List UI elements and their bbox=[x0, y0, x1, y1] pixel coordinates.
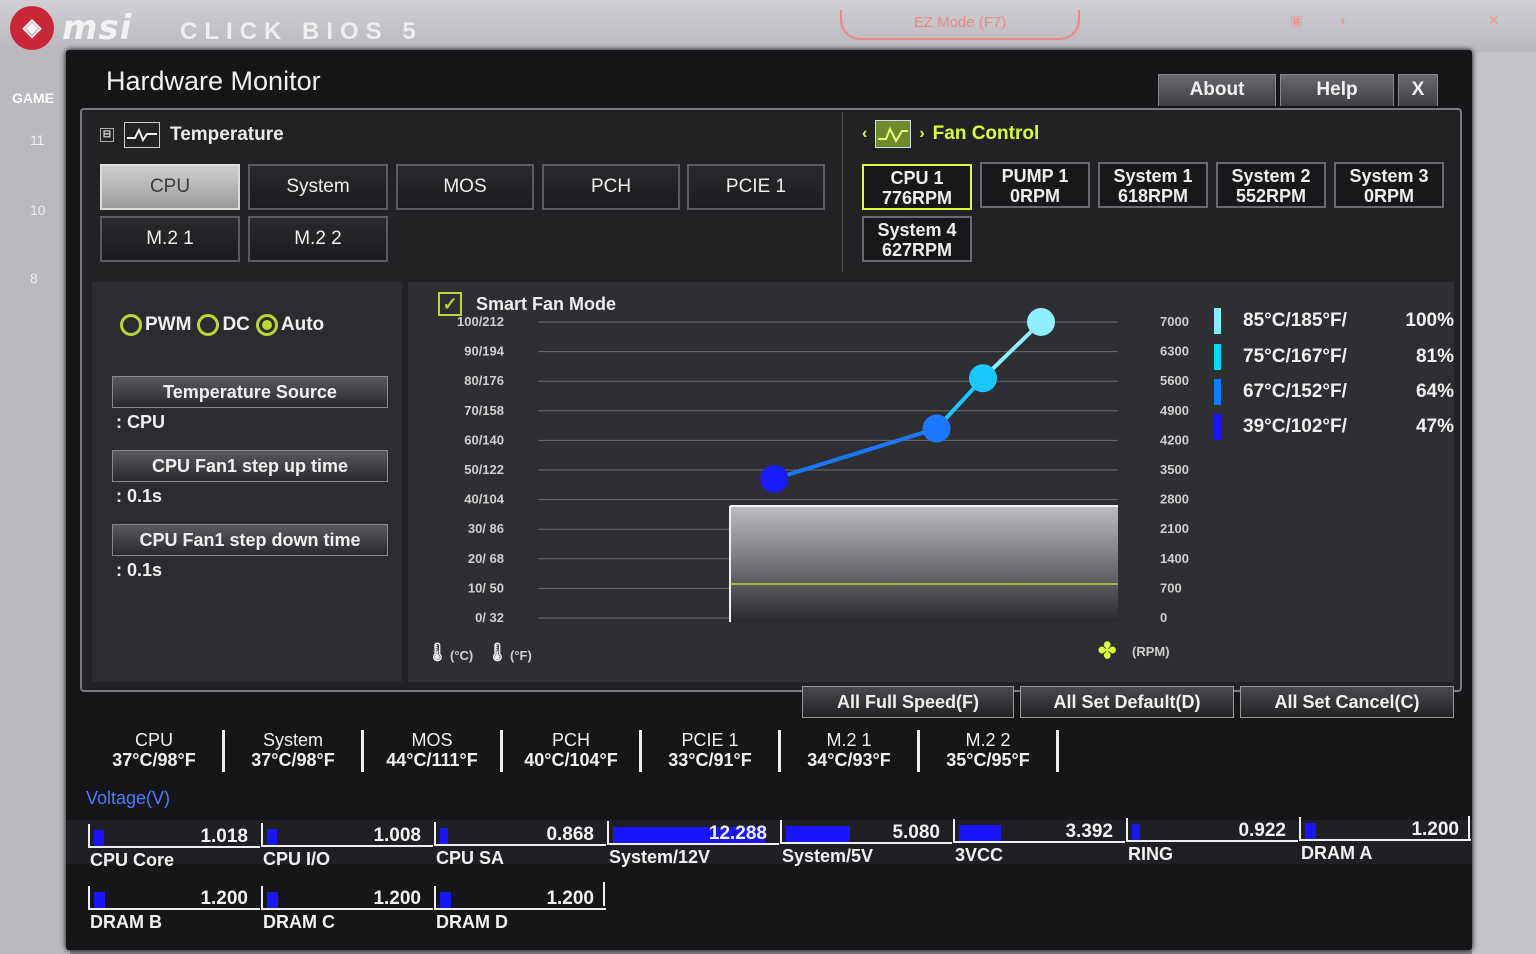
voltage-value: 1.200 bbox=[546, 888, 594, 909]
voltage-name: DRAM C bbox=[263, 912, 335, 932]
voltage-name: DRAM A bbox=[1301, 843, 1373, 863]
voltage-bar-fill bbox=[786, 826, 850, 842]
voltage-value: 3.392 bbox=[1065, 821, 1113, 842]
voltage-rail: 5.080 System/5V bbox=[780, 820, 952, 872]
language-icon[interactable]: ◐ bbox=[1340, 12, 1348, 28]
voltage-row-end bbox=[603, 882, 605, 906]
voltage-rail: 0.922 RING bbox=[1126, 818, 1298, 870]
voltage-bar-fill bbox=[1132, 824, 1140, 840]
voltage-rail: 1.200 DRAM C bbox=[261, 886, 433, 938]
boost-level: 10 bbox=[30, 202, 46, 218]
voltage-rail: 0.868 CPU SA bbox=[434, 822, 606, 874]
msi-dragon-logo: ◈ bbox=[10, 6, 54, 50]
bios-right-sidebar bbox=[1472, 52, 1536, 954]
voltage-name: CPU Core bbox=[90, 850, 175, 870]
voltage-readouts: 1.018 CPU Core 1.008 CPU I/O 0.868 CPU SA 12.2… bbox=[66, 50, 1472, 950]
boost-level: 8 bbox=[30, 270, 38, 286]
voltage-bar-fill bbox=[959, 825, 1001, 841]
voltage-bar-fill bbox=[440, 828, 448, 844]
voltage-value: 1.200 bbox=[1411, 819, 1459, 840]
bios-top-bar: ◈ msi CLICK BIOS 5 EZ Mode (F7) ▣ ◐ ✕ bbox=[0, 0, 1536, 52]
boost-level: 11 bbox=[30, 132, 45, 148]
voltage-rail: 12.288 System/12V bbox=[607, 821, 779, 873]
voltage-rail: 3.392 3VCC bbox=[953, 819, 1125, 871]
bios-left-sidebar: GAME 11 10 8 bbox=[0, 52, 70, 954]
screenshot-icon[interactable]: ▣ bbox=[1290, 12, 1303, 29]
voltage-value: 12.288 bbox=[708, 823, 767, 844]
voltage-bar-fill bbox=[1305, 823, 1316, 839]
voltage-name: DRAM B bbox=[90, 912, 162, 932]
app-title: CLICK BIOS 5 bbox=[180, 18, 423, 45]
voltage-name: CPU I/O bbox=[263, 849, 331, 869]
voltage-bar-fill bbox=[267, 829, 277, 845]
voltage-bar-fill bbox=[94, 830, 104, 846]
voltage-name: DRAM D bbox=[436, 912, 508, 932]
voltage-rail: 1.200 DRAM D bbox=[434, 886, 606, 938]
voltage-bar-fill bbox=[267, 892, 278, 908]
ez-mode-button[interactable]: EZ Mode (F7) bbox=[840, 10, 1080, 40]
voltage-bar-fill bbox=[94, 892, 105, 908]
voltage-name: 3VCC bbox=[955, 845, 1004, 865]
voltage-rail: 1.008 CPU I/O bbox=[261, 823, 433, 875]
voltage-value: 0.868 bbox=[546, 824, 594, 845]
voltage-row-end bbox=[1468, 816, 1470, 840]
voltage-value: 1.018 bbox=[200, 826, 248, 847]
voltage-name: RING bbox=[1128, 844, 1173, 864]
brand-logo-text: msi bbox=[62, 8, 133, 48]
voltage-rail: 1.200 DRAM A bbox=[1299, 817, 1471, 869]
exit-icon[interactable]: ✕ bbox=[1488, 12, 1500, 29]
game-boost-label: GAME bbox=[12, 90, 54, 106]
voltage-bar-fill bbox=[440, 892, 451, 908]
voltage-value: 0.922 bbox=[1238, 820, 1286, 841]
voltage-name: CPU SA bbox=[436, 848, 505, 868]
voltage-rail: 1.018 CPU Core bbox=[88, 824, 260, 876]
voltage-value: 5.080 bbox=[892, 822, 940, 843]
voltage-name: System/5V bbox=[782, 846, 874, 866]
voltage-name: System/12V bbox=[609, 847, 711, 867]
voltage-value: 1.008 bbox=[373, 825, 421, 846]
hardware-monitor-window: Hardware Monitor About Help X ⊟ Temperat… bbox=[66, 50, 1472, 950]
voltage-value: 1.200 bbox=[373, 888, 421, 909]
voltage-rail: 1.200 DRAM B bbox=[88, 886, 260, 938]
voltage-value: 1.200 bbox=[200, 888, 248, 909]
